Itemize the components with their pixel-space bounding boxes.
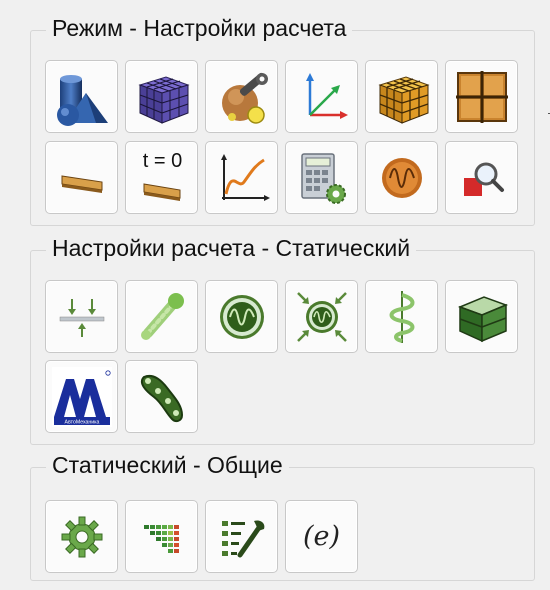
gear-button[interactable] (45, 500, 118, 573)
calculator-settings-icon (300, 152, 346, 204)
finite-elements-button[interactable] (365, 60, 438, 133)
expression-button[interactable]: (e) (285, 500, 358, 573)
spring-button[interactable] (365, 280, 438, 353)
model-tools-icon (221, 72, 268, 124)
list-settings-icon (221, 519, 264, 557)
inspect-zoom-icon (463, 162, 504, 196)
color-matrix-button[interactable] (125, 500, 198, 573)
calculator-settings-button[interactable] (285, 141, 358, 214)
solid-box-icon (457, 295, 508, 342)
compressed-wave-button[interactable] (285, 280, 358, 353)
settings-panel: Режим - Настройки расчета t = 0 Настройк… (0, 0, 550, 590)
group-title-static-general: Статический - Общие (46, 451, 289, 479)
loads-supports-icon (59, 298, 104, 337)
bone-connection-button[interactable] (125, 280, 198, 353)
loads-supports-button[interactable] (45, 280, 118, 353)
group-title-static-settings: Настройки расчета - Статический (46, 234, 417, 262)
spring-icon (389, 290, 414, 343)
mesh-button[interactable] (125, 60, 198, 133)
list-settings-button[interactable] (205, 500, 278, 573)
chain-link-icon (140, 374, 183, 422)
geometry-button[interactable] (45, 60, 118, 133)
oscillation-button[interactable] (365, 141, 438, 214)
model-tools-button[interactable] (205, 60, 278, 133)
initial-state-button[interactable]: t = 0 (125, 141, 198, 214)
expression-icon: (e) (302, 521, 341, 552)
beam-section-icon (61, 174, 102, 193)
solid-box-button[interactable] (445, 280, 518, 353)
coordinate-axes-icon (305, 72, 348, 119)
finite-elements-cube-icon (377, 75, 430, 124)
beam-section-button[interactable] (45, 141, 118, 214)
coordinate-system-button[interactable] (285, 60, 358, 133)
graph-curve-icon (220, 153, 270, 201)
wave-signal-button[interactable] (205, 280, 278, 353)
gear-icon (61, 516, 102, 557)
group-title-mode-settings: Режим - Настройки расчета (46, 14, 353, 42)
automechanica-logo-text: АвтоМеханика (64, 419, 99, 425)
chain-link-button[interactable] (125, 360, 198, 433)
automechanica-button[interactable]: АвтоМеханика (45, 360, 118, 433)
geometry-shapes-icon (56, 74, 108, 126)
compressed-wave-icon (296, 291, 347, 342)
bone-connection-icon (140, 292, 184, 340)
inspect-button[interactable] (445, 141, 518, 214)
graph-button[interactable] (205, 141, 278, 214)
oscillation-icon (381, 157, 422, 198)
wave-signal-icon (219, 294, 264, 339)
grid-plate-button[interactable] (445, 60, 518, 133)
automechanica-logo-icon: АвтоМеханика (51, 366, 112, 427)
mesh-cube-icon (137, 75, 190, 124)
grid-plate-icon (455, 70, 508, 123)
initial-state-icon: t = 0 (132, 148, 192, 208)
color-matrix-icon (143, 524, 179, 553)
